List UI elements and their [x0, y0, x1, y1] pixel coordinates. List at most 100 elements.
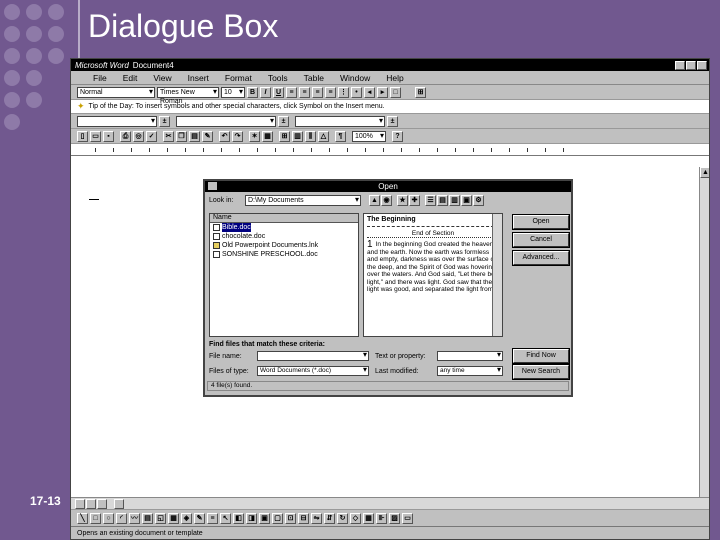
style-combo[interactable]: Normal	[77, 86, 155, 98]
arc-tool-icon[interactable]: ◜	[116, 512, 127, 524]
cut-icon[interactable]: ✂	[163, 130, 174, 142]
list-item[interactable]: Bible.doc	[210, 223, 358, 232]
table-icon[interactable]: ⊞	[415, 86, 426, 98]
align-objects-icon[interactable]: ⊪	[376, 512, 387, 524]
list-item[interactable]: chocolate.doc	[210, 232, 358, 241]
properties-view-icon[interactable]: ▥	[449, 195, 460, 206]
spelling-icon[interactable]: ✓	[146, 130, 157, 142]
columns-icon[interactable]: ⫼	[305, 130, 316, 142]
save-icon[interactable]: ▪	[103, 130, 114, 142]
commands-settings-icon[interactable]: ⚙	[473, 195, 484, 206]
justify-icon[interactable]: ≡	[325, 86, 336, 98]
textbox-tool-icon[interactable]: ▤	[142, 512, 153, 524]
snap-grid-icon[interactable]: ▦	[363, 512, 374, 524]
horizontal-ruler[interactable]	[71, 144, 709, 156]
menu-edit[interactable]: Edit	[115, 73, 146, 83]
find-now-button[interactable]: Find Now	[513, 349, 569, 363]
look-in-combo[interactable]: D:\My Documents	[245, 195, 361, 206]
line-spin-icon[interactable]: ±	[159, 115, 170, 127]
menu-file[interactable]: File	[85, 73, 115, 83]
line-color-icon[interactable]: ✎	[194, 512, 205, 524]
search-web-icon[interactable]: ◉	[381, 195, 392, 206]
ellipse-tool-icon[interactable]: ○	[103, 512, 114, 524]
flip-vertical-icon[interactable]: ⇵	[324, 512, 335, 524]
open-folder-icon[interactable]: ▭	[90, 130, 101, 142]
outdent-icon[interactable]: ◂	[364, 86, 375, 98]
send-back-text-icon[interactable]: ▢	[272, 512, 283, 524]
line-style-combo[interactable]	[77, 115, 157, 127]
last-modified-select[interactable]: any time	[437, 366, 503, 376]
minimize-button[interactable]	[675, 60, 685, 70]
list-item[interactable]: Old Powerpoint Documents.lnk	[210, 241, 358, 250]
underline-button[interactable]: U	[273, 86, 284, 98]
bullets-icon[interactable]: •	[351, 86, 362, 98]
preview-scrollbar[interactable]	[492, 214, 502, 336]
fill-combo[interactable]	[295, 115, 385, 127]
menu-table[interactable]: Table	[296, 73, 332, 83]
horizontal-scrollbar[interactable]	[71, 497, 709, 509]
rotate-icon[interactable]: ↻	[337, 512, 348, 524]
preview-view-icon[interactable]: ▣	[461, 195, 472, 206]
format-painter-icon[interactable]: ✎	[202, 130, 213, 142]
details-view-icon[interactable]: ▤	[437, 195, 448, 206]
reshape-icon[interactable]: ◇	[350, 512, 361, 524]
files-of-type-select[interactable]: Word Documents (*.doc)	[257, 366, 369, 376]
numbering-icon[interactable]: ⋮	[338, 86, 349, 98]
insert-excel-icon[interactable]: ▥	[292, 130, 303, 142]
look-in-favorites-icon[interactable]: ★	[397, 195, 408, 206]
font-size-combo[interactable]: 10	[221, 86, 245, 98]
normal-view-icon[interactable]	[75, 498, 85, 509]
drawing-icon[interactable]: △	[318, 130, 329, 142]
format-callout-icon[interactable]: ▦	[168, 512, 179, 524]
rectangle-tool-icon[interactable]: □	[90, 512, 101, 524]
bring-front-text-icon[interactable]: ▣	[259, 512, 270, 524]
list-view-icon[interactable]: ☰	[425, 195, 436, 206]
font-combo[interactable]: Times New Roman	[157, 86, 219, 105]
indent-icon[interactable]: ▸	[377, 86, 388, 98]
vertical-scrollbar[interactable]: ▲	[699, 167, 709, 497]
scroll-left-icon[interactable]	[114, 498, 124, 509]
line-style-icon[interactable]: ≡	[207, 512, 218, 524]
outline-view-icon[interactable]	[97, 498, 107, 509]
show-hide-icon[interactable]: ¶	[335, 130, 346, 142]
name-column-header[interactable]: Name	[210, 214, 358, 223]
insert-table-icon[interactable]: ⊞	[279, 130, 290, 142]
menu-view[interactable]: View	[145, 73, 179, 83]
create-picture-icon[interactable]: ▨	[389, 512, 400, 524]
freeform-tool-icon[interactable]: 〰	[129, 512, 140, 524]
fill-color-icon[interactable]: ◈	[181, 512, 192, 524]
text-property-field[interactable]	[437, 351, 503, 361]
print-preview-icon[interactable]: ◎	[133, 130, 144, 142]
page-layout-view-icon[interactable]	[86, 498, 96, 509]
redo-icon[interactable]: ↷	[232, 130, 243, 142]
insert-frame-icon[interactable]: ▭	[402, 512, 413, 524]
group-icon[interactable]: ⊡	[285, 512, 296, 524]
open-button[interactable]: Open	[513, 215, 569, 229]
zoom-combo[interactable]: 100%	[352, 130, 386, 142]
menu-insert[interactable]: Insert	[180, 73, 217, 83]
bold-button[interactable]: B	[247, 86, 258, 98]
borders-icon[interactable]: □	[390, 86, 401, 98]
new-search-button[interactable]: New Search	[513, 365, 569, 379]
callout-tool-icon[interactable]: ◱	[155, 512, 166, 524]
close-button[interactable]	[697, 60, 707, 70]
list-item[interactable]: SONSHINE PRESCHOOL.doc	[210, 250, 358, 259]
align-left-icon[interactable]: ≡	[286, 86, 297, 98]
print-icon[interactable]: ⎙	[120, 130, 131, 142]
flip-horizontal-icon[interactable]: ⇋	[311, 512, 322, 524]
bring-front-icon[interactable]: ◧	[233, 512, 244, 524]
help-icon[interactable]: ?	[392, 130, 403, 142]
scroll-up-icon[interactable]: ▲	[700, 167, 709, 178]
up-one-level-icon[interactable]: ▲	[369, 195, 380, 206]
object-spin-icon[interactable]: ±	[278, 115, 289, 127]
menu-help[interactable]: Help	[378, 73, 411, 83]
menu-window[interactable]: Window	[332, 73, 378, 83]
dialog-system-menu-icon[interactable]	[208, 182, 217, 190]
file-name-field[interactable]	[257, 351, 369, 361]
cancel-button[interactable]: Cancel	[513, 233, 569, 247]
send-back-icon[interactable]: ◨	[246, 512, 257, 524]
select-objects-icon[interactable]: ↖	[220, 512, 231, 524]
menu-format[interactable]: Format	[217, 73, 260, 83]
autoformat-icon[interactable]: ✶	[249, 130, 260, 142]
new-document-icon[interactable]: ▯	[77, 130, 88, 142]
